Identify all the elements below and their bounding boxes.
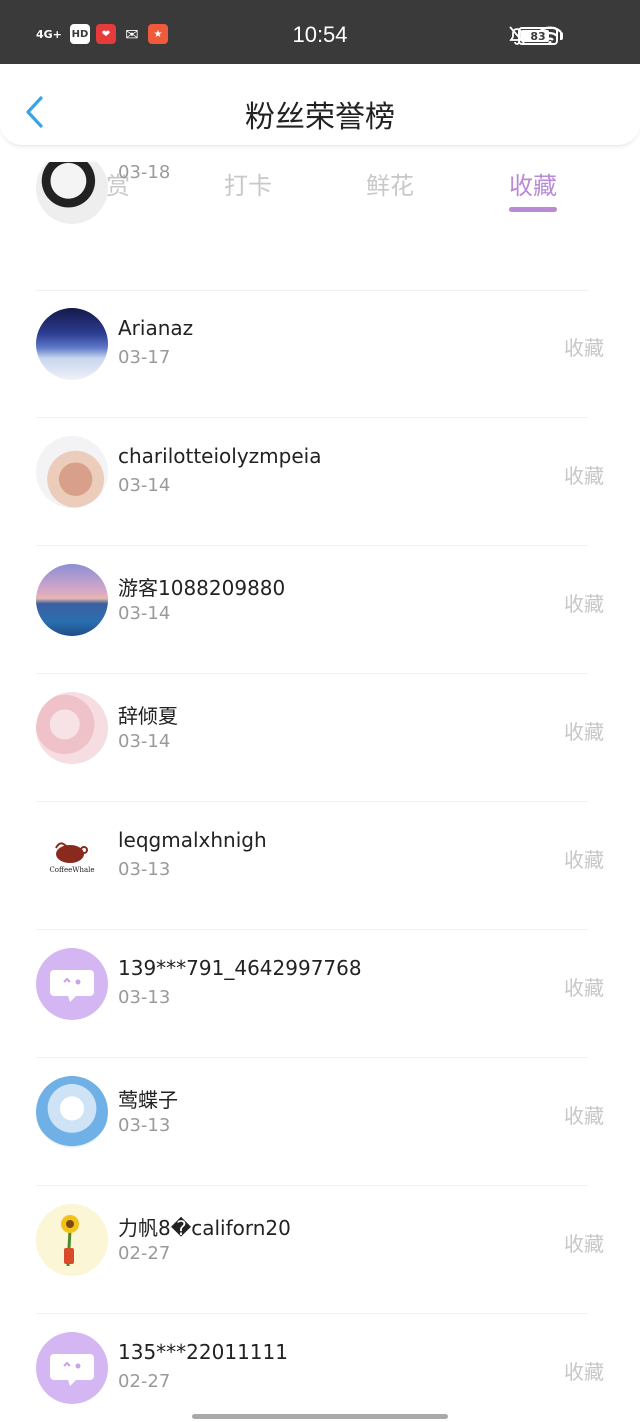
header: 粉丝荣誉榜 (0, 64, 640, 146)
list-item[interactable]: 03-18 (0, 162, 640, 232)
list-item-date: 03-18 (118, 162, 171, 183)
avatar (36, 308, 108, 380)
battery-icon: 83 (518, 27, 558, 45)
list-item[interactable]: 游客1088209880 03-14 收藏 (0, 544, 640, 672)
avatar (36, 162, 108, 224)
list-item-name: 力帆8�californ20 (118, 1216, 291, 1240)
sunflower-icon (61, 1215, 79, 1267)
svg-text:CoffeeWhale: CoffeeWhale (49, 866, 94, 874)
list-item-name: 辞倾夏 (118, 704, 178, 728)
list-item-name: 135***22011111 (118, 1340, 288, 1364)
home-indicator[interactable] (192, 1414, 448, 1419)
battery-tip (560, 32, 563, 40)
favorite-label: 收藏 (564, 976, 604, 1000)
list-item[interactable]: 135***22011111 02-27 收藏 (0, 1312, 640, 1422)
page-title: 粉丝荣誉榜 (245, 100, 395, 135)
list-item[interactable]: 辞倾夏 03-14 收藏 (0, 672, 640, 800)
list-item[interactable]: 139***791_4642997768 03-13 收藏 (0, 928, 640, 1056)
chat-bubble-icon (50, 970, 94, 1002)
favorite-label: 收藏 (564, 592, 604, 616)
favorite-label: 收藏 (564, 464, 604, 488)
list-item-date: 02-27 (118, 1371, 171, 1392)
list-item[interactable]: CoffeeWhale leqgmalxhnigh 03-13 收藏 (0, 800, 640, 928)
avatar (36, 1204, 108, 1276)
list-item-name: charilotteiolyzmpeia (118, 444, 322, 468)
avatar (36, 1332, 108, 1404)
list-item-date: 03-13 (118, 859, 171, 880)
avatar (36, 1076, 108, 1148)
avatar (36, 564, 108, 636)
status-bar: 4G+ HD ❤ ✉ ★ 10:54 83 (0, 0, 640, 64)
battery-percent: 83 (530, 29, 546, 43)
list-item[interactable]: Arianaz 03-17 收藏 (0, 288, 640, 416)
favorite-label: 收藏 (564, 336, 604, 360)
list-item-name: Arianaz (118, 316, 194, 340)
list-item-date: 03-14 (118, 731, 171, 752)
list-item[interactable]: charilotteiolyzmpeia 03-14 收藏 (0, 416, 640, 544)
favorite-label: 收藏 (564, 848, 604, 872)
list-item-name: 莺蝶子 (118, 1088, 178, 1112)
chat-bubble-icon (50, 1354, 94, 1386)
avatar (36, 436, 108, 508)
list-item-name: 139***791_4642997768 (118, 956, 362, 980)
favorite-label: 收藏 (564, 720, 604, 744)
avatar: CoffeeWhale (36, 820, 108, 892)
avatar (36, 692, 108, 764)
list-item-name: leqgmalxhnigh (118, 828, 267, 852)
avatar (36, 948, 108, 1020)
list-item-date: 03-13 (118, 1115, 171, 1136)
coffee-whale-logo: CoffeeWhale (49, 842, 95, 874)
list-item-date: 03-14 (118, 603, 171, 624)
favorite-label: 收藏 (564, 1232, 604, 1256)
list-item[interactable]: 莺蝶子 03-13 收藏 (0, 1056, 640, 1184)
favorite-label: 收藏 (564, 1104, 604, 1128)
list-item-name: 游客1088209880 (118, 576, 286, 600)
list-item[interactable]: 力帆8�californ20 02-27 收藏 (0, 1184, 640, 1312)
list-item-date: 03-14 (118, 475, 171, 496)
list-item-date: 03-13 (118, 987, 171, 1008)
favorite-label: 收藏 (564, 1360, 604, 1384)
list-item-date: 02-27 (118, 1243, 171, 1264)
list-item-date: 03-17 (118, 347, 171, 368)
